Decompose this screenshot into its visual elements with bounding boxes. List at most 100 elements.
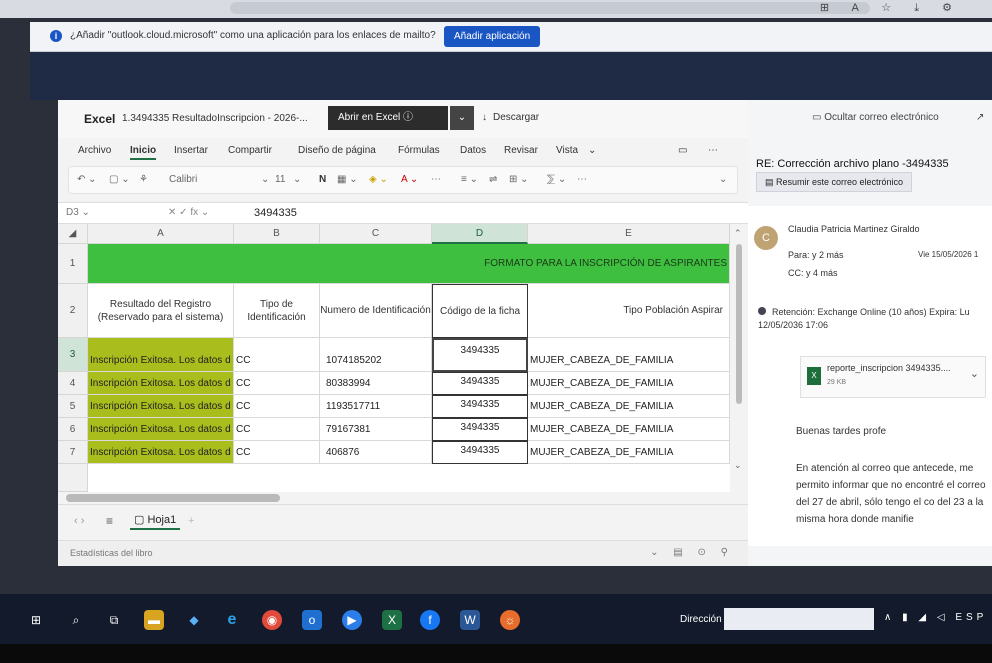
system-tray[interactable]: ∧ ▮ ◢ ◁ ESP [884,612,987,623]
row-header-4[interactable]: 4 [58,372,88,395]
task-view-icon[interactable]: ⧉ [104,610,124,630]
column-header-d[interactable]: D [432,224,528,244]
word-icon[interactable]: W [460,610,480,630]
merge-icon[interactable]: ⊞ ⌄ [509,174,529,185]
result-cell[interactable]: Inscripción Exitosa. Los datos d [88,395,234,418]
font-size-box[interactable]: 11 [275,174,285,185]
poblacion-cell[interactable]: MUJER_CABEZA_DE_FAMILIA [528,395,730,418]
result-cell[interactable]: Inscripción Exitosa. Los datos d [88,338,234,372]
align-icon[interactable]: ≡ ⌄ [461,174,478,185]
sheet-tab-hoja1[interactable]: ▢ Hoja1 [130,511,181,530]
bold-icon[interactable]: N [319,174,326,185]
view-icons[interactable]: ⌄ ▤ ⊙ ⚲ [650,547,734,558]
outlook-icon[interactable]: o [302,610,322,630]
tipo-id-cell[interactable]: CC [234,372,320,395]
menu-inicio[interactable]: Inicio [130,145,157,160]
borders-icon[interactable]: ▦ ⌄ [337,174,358,185]
undo-icon[interactable]: ↶ ⌄ [77,174,97,185]
comment-icon[interactable]: ▭ [678,145,687,156]
chevron-down-icon[interactable]: ⌄ [450,106,474,130]
font-name-box[interactable]: Calibri [169,174,197,185]
result-cell[interactable]: Inscripción Exitosa. Los datos d [88,372,234,395]
formula-value[interactable]: 3494335 [254,207,297,219]
codigo-ficha-cell-selected[interactable]: 3494335 [432,338,528,372]
summarize-button[interactable]: ▤ Resumir este correo electrónico [756,172,913,192]
header-tipo-identificacion[interactable]: Tipo de Identificación [234,284,320,338]
menu-archivo[interactable]: Archivo [78,145,111,156]
more-icon[interactable]: ⋯ [708,145,718,156]
fx-icon[interactable]: ✕ ✓ fx ⌄ [168,207,209,218]
open-in-excel-button[interactable]: Abrir en Excel ⓘ [328,106,448,130]
attachment[interactable]: X reporte_inscripcion 3494335.... 29 KB … [800,356,986,398]
header-tipo-poblacion[interactable]: Tipo Población Aspirar [528,284,730,338]
row-header-3[interactable]: 3 [58,338,88,372]
column-header-a[interactable]: A [88,224,234,244]
excel-icon[interactable]: X [382,610,402,630]
result-cell[interactable]: Inscripción Exitosa. Los datos d [88,441,234,464]
header-numero-identificacion[interactable]: Numero de Identificación [320,284,432,338]
horizontal-scrollbar[interactable] [58,492,748,504]
row-header-1[interactable]: 1 [58,244,88,284]
menu-datos[interactable]: Datos [460,145,486,156]
numero-id-cell[interactable]: 1074185202 [320,338,432,372]
row-header-6[interactable]: 6 [58,418,88,441]
more-icon[interactable]: ⋯ [431,174,441,185]
numero-id-cell[interactable]: 406876 [320,441,432,464]
header-resultado[interactable]: Resultado del Registro (Reservado para e… [88,284,234,338]
avatar[interactable]: C [754,226,778,250]
file-explorer-icon[interactable]: ▬ [144,610,164,630]
row-header-7[interactable]: 7 [58,441,88,464]
fill-color-icon[interactable]: ◈ ⌄ [369,174,388,185]
hide-email-button[interactable]: ▭ Ocultar correo electrónico [812,112,939,123]
vertical-scrollbar[interactable]: ⌃ ⌄ [730,224,748,492]
codigo-ficha-cell[interactable]: 3494335 [432,372,528,395]
menu-compartir[interactable]: Compartir [228,145,272,156]
scroll-thumb[interactable] [66,494,280,502]
wrap-icon[interactable]: ⇌ [489,174,497,185]
menu-diseno[interactable]: Diseño de página [298,145,376,156]
menu-icon[interactable]: ≡ [106,514,113,528]
download-button[interactable]: ↓ Descargar [482,112,539,123]
menu-revisar[interactable]: Revisar [504,145,538,156]
tipo-id-cell[interactable]: CC [234,418,320,441]
store-icon[interactable]: ◆ [184,610,204,630]
menu-formulas[interactable]: Fórmulas [398,145,440,156]
numero-id-cell[interactable]: 79167381 [320,418,432,441]
workbook-stats[interactable]: Estadísticas del libro [70,548,153,558]
tipo-id-cell[interactable]: CC [234,338,320,372]
row-header-2[interactable]: 2 [58,284,88,338]
sender-name[interactable]: Claudia Patricia Martinez Giraldo [788,224,920,234]
app-icon[interactable]: ▶ [342,610,362,630]
poblacion-cell[interactable]: MUJER_CABEZA_DE_FAMILIA [528,418,730,441]
scroll-thumb[interactable] [736,244,742,404]
poblacion-cell[interactable]: MUJER_CABEZA_DE_FAMILIA [528,441,730,464]
windows-start-icon[interactable]: ⊞ [26,610,46,630]
poblacion-cell[interactable]: MUJER_CABEZA_DE_FAMILIA [528,338,730,372]
chevron-down-icon[interactable]: ⌄ [293,174,301,185]
chevron-up-icon[interactable]: ⌃ [734,228,742,239]
banner-cell[interactable]: FORMATO PARA LA INSCRIPCIÓN DE ASPIRANTE… [88,244,730,284]
chevron-down-icon[interactable]: ⌄ [719,174,727,185]
numero-id-cell[interactable]: 1193517711 [320,395,432,418]
paste-icon[interactable]: ▢ ⌄ [109,174,130,185]
spreadsheet-grid[interactable]: ◢ A B C D E 1 2 3 4 5 6 7 FORMATO PARA L… [58,224,730,492]
facebook-icon[interactable]: f [420,610,440,630]
add-app-button[interactable]: Añadir aplicación [444,26,541,47]
tipo-id-cell[interactable]: CC [234,441,320,464]
select-all-corner[interactable]: ◢ [58,224,88,244]
column-header-c[interactable]: C [320,224,432,244]
address-bar[interactable] [230,2,870,14]
poblacion-cell[interactable]: MUJER_CABEZA_DE_FAMILIA [528,372,730,395]
menu-vista[interactable]: Vista [556,145,578,156]
chrome-icon[interactable]: ◉ [262,610,282,630]
name-box[interactable]: D3 ⌄ [66,207,90,218]
header-codigo-ficha[interactable]: Código de la ficha [432,284,528,338]
codigo-ficha-cell[interactable]: 3494335 [432,418,528,441]
tipo-id-cell[interactable]: CC [234,395,320,418]
chevron-down-icon[interactable]: ⌄ [588,145,596,156]
codigo-ficha-cell[interactable]: 3494335 [432,395,528,418]
chevron-down-icon[interactable]: ⌄ [970,367,979,380]
address-toolbar-input[interactable] [724,608,874,630]
number-format-icon[interactable]: ⅀ ⌄ [547,174,566,185]
chevron-down-icon[interactable]: ⌄ [261,174,269,185]
